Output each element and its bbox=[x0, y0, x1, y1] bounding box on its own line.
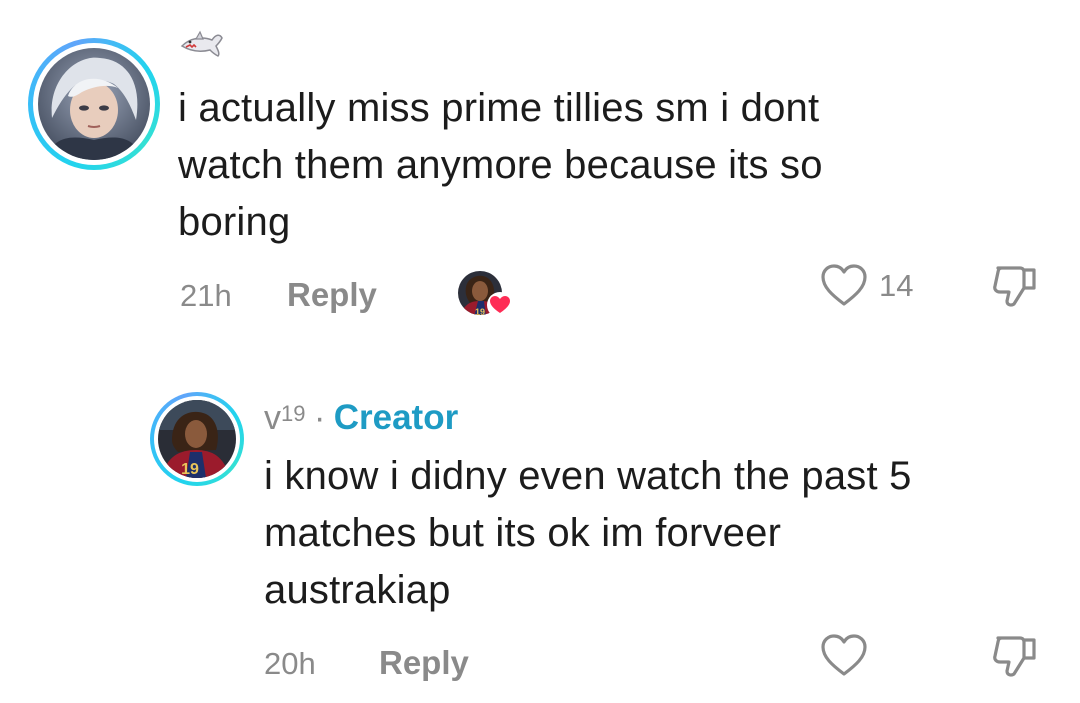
reply-timestamp: 20h bbox=[264, 646, 316, 681]
thumbs-down-icon[interactable] bbox=[990, 262, 1040, 310]
reply-text-line: austrakiap bbox=[264, 568, 451, 612]
creator-avatar[interactable]: 19 bbox=[150, 392, 244, 486]
svg-text:19: 19 bbox=[475, 307, 485, 317]
comment-text-line: watch them anymore because its so bbox=[178, 143, 823, 187]
comment-timestamp: 21h bbox=[180, 278, 232, 313]
reply-body: i know i didny even watch the past 5 mat… bbox=[264, 448, 1064, 619]
heart-outline-icon[interactable] bbox=[819, 632, 869, 678]
like-count: 14 bbox=[879, 268, 914, 303]
username[interactable]: v bbox=[264, 399, 281, 437]
comment-text-line: boring bbox=[178, 200, 291, 244]
separator-dot: · bbox=[313, 399, 326, 437]
heart-badge-icon bbox=[487, 292, 513, 318]
heart-outline-icon[interactable] bbox=[819, 262, 869, 308]
comment-text-line: i actually miss prime tillies sm i dont bbox=[178, 86, 820, 130]
username-superscript: 19 bbox=[281, 400, 306, 426]
reply-author: v19 · Creator bbox=[264, 398, 458, 438]
reply-text-line: i know i didny even watch the past 5 bbox=[264, 454, 912, 498]
thumbs-down-icon[interactable] bbox=[990, 632, 1040, 680]
creator-badge: Creator bbox=[333, 398, 459, 437]
svg-text:19: 19 bbox=[181, 461, 199, 478]
avatar-image: 19 bbox=[158, 400, 236, 478]
avatar-image bbox=[38, 48, 150, 160]
reply-button[interactable]: Reply bbox=[379, 644, 469, 682]
shark-icon[interactable] bbox=[180, 30, 224, 64]
commenter-avatar[interactable] bbox=[28, 38, 160, 170]
reply-button[interactable]: Reply bbox=[287, 276, 377, 314]
reply-text-line: matches but its ok im forveer bbox=[264, 511, 782, 555]
comment-body: i actually miss prime tillies sm i dont … bbox=[178, 80, 1058, 251]
creator-liked-indicator: 19 bbox=[456, 269, 516, 321]
